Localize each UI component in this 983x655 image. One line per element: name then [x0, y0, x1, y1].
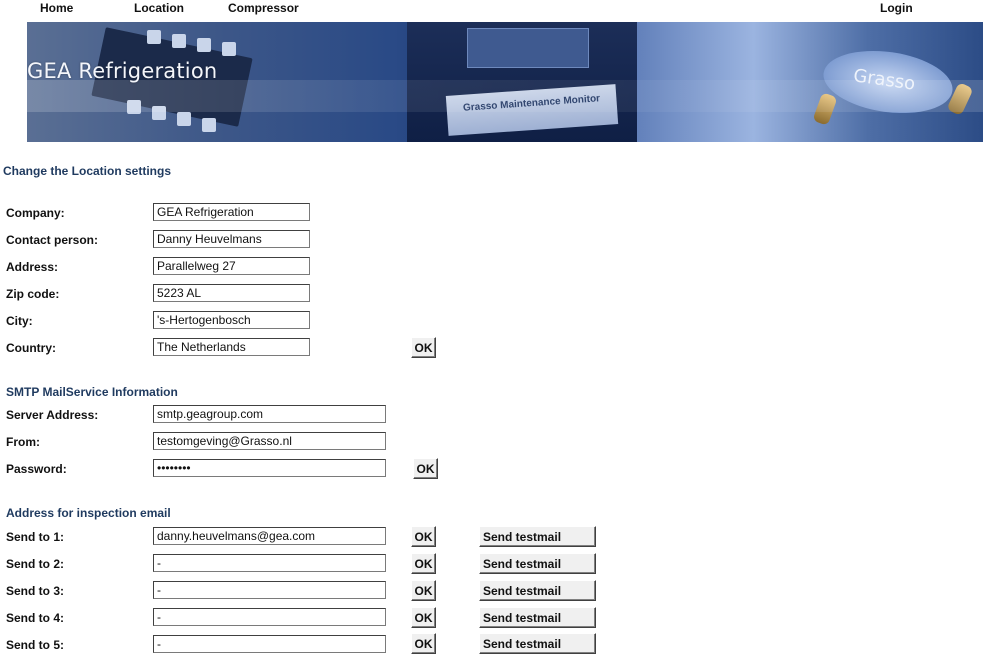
password-label: Password:: [6, 462, 67, 476]
server-address-label: Server Address:: [6, 408, 99, 422]
from-label: From:: [6, 435, 40, 449]
smtp-section-title: SMTP MailService Information: [6, 385, 178, 399]
chip-pin-image: [197, 38, 211, 52]
send-to-3-testmail-button[interactable]: Send testmail: [479, 580, 596, 601]
banner-title: GEA Refrigeration: [27, 59, 218, 83]
send-to-4-label: Send to 4:: [6, 611, 65, 625]
send-to-2-ok-button[interactable]: OK: [411, 553, 436, 574]
send-to-2-label: Send to 2:: [6, 557, 65, 571]
smtp-ok-button[interactable]: OK: [413, 458, 438, 479]
inspection-section-title: Address for inspection email: [6, 506, 171, 520]
send-to-5-label: Send to 5:: [6, 638, 65, 652]
chip-pin-image: [222, 42, 236, 56]
company-input[interactable]: [153, 203, 310, 221]
chip-pin-image: [147, 30, 161, 44]
send-to-2-input[interactable]: [153, 554, 386, 572]
address-label: Address:: [6, 260, 59, 274]
zip-code-label: Zip code:: [6, 287, 60, 301]
send-to-3-ok-button[interactable]: OK: [411, 580, 436, 601]
chip-pin-image: [202, 118, 216, 132]
nav-home-link[interactable]: Home: [40, 1, 73, 15]
company-label: Company:: [6, 206, 65, 220]
chip-pin-image: [177, 112, 191, 126]
top-nav: Home Location Compressor Login: [0, 0, 983, 22]
chip-pin-image: [172, 34, 186, 48]
nav-compressor-link[interactable]: Compressor: [228, 1, 299, 15]
send-to-4-ok-button[interactable]: OK: [411, 607, 436, 628]
send-to-4-input[interactable]: [153, 608, 386, 626]
monitor-screen: [467, 28, 589, 68]
contact-person-input[interactable]: [153, 230, 310, 248]
country-input[interactable]: [153, 338, 310, 356]
send-to-1-ok-button[interactable]: OK: [411, 526, 436, 547]
send-to-3-input[interactable]: [153, 581, 386, 599]
send-to-1-input[interactable]: [153, 527, 386, 545]
address-input[interactable]: [153, 257, 310, 275]
contact-person-label: Contact person:: [6, 233, 99, 247]
send-to-5-testmail-button[interactable]: Send testmail: [479, 633, 596, 654]
send-to-2-testmail-button[interactable]: Send testmail: [479, 553, 596, 574]
password-input[interactable]: [153, 459, 386, 477]
server-address-input[interactable]: [153, 405, 386, 423]
send-to-1-testmail-button[interactable]: Send testmail: [479, 526, 596, 547]
page-title: Change the Location settings: [3, 164, 172, 178]
nav-location-link[interactable]: Location: [134, 1, 184, 15]
city-label: City:: [6, 314, 33, 328]
send-to-3-label: Send to 3:: [6, 584, 65, 598]
location-ok-button[interactable]: OK: [411, 337, 436, 358]
send-to-1-label: Send to 1:: [6, 530, 65, 544]
send-to-5-input[interactable]: [153, 635, 386, 653]
send-to-4-testmail-button[interactable]: Send testmail: [479, 607, 596, 628]
from-input[interactable]: [153, 432, 386, 450]
banner-title-band: [27, 80, 983, 112]
country-label: Country:: [6, 341, 56, 355]
send-to-5-ok-button[interactable]: OK: [411, 633, 436, 654]
nav-login-link[interactable]: Login: [880, 1, 913, 15]
zip-code-input[interactable]: [153, 284, 310, 302]
header-banner: Grasso Maintenance Monitor Grasso GEA Re…: [27, 22, 983, 142]
city-input[interactable]: [153, 311, 310, 329]
